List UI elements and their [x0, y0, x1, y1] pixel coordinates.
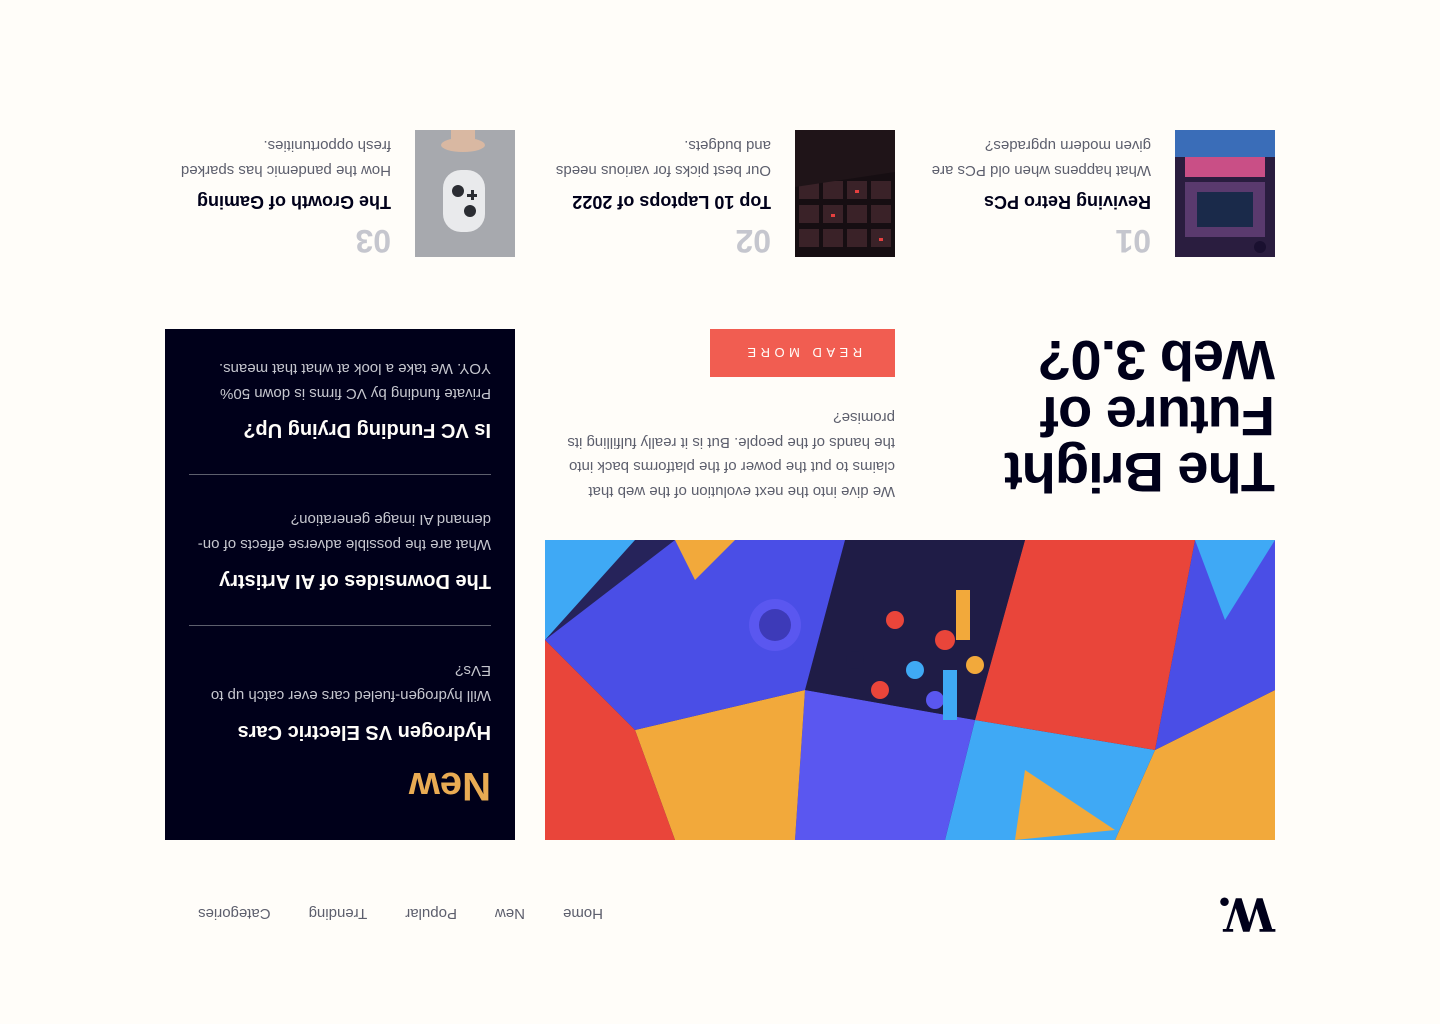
retro-pc-thumbnail[interactable] [1175, 130, 1275, 257]
article-body: 02 Top 10 Laptops of 2022 Our best picks… [545, 133, 771, 259]
new-articles-panel: New Hydrogen VS Electric Cars Will hydro… [165, 329, 515, 840]
article-title[interactable]: Reviving Retro PCs [925, 191, 1151, 213]
new-article-item[interactable]: Is VC Funding Drying Up? Private funding… [189, 356, 491, 442]
new-article-title[interactable]: The Downsides of AI Artistry [189, 569, 491, 593]
article-title[interactable]: The Growth of Gaming [165, 191, 391, 213]
article-desc: What happens when old PCs are given mode… [931, 137, 1151, 179]
nav-categories[interactable]: Categories [198, 906, 271, 923]
new-article-title[interactable]: Is VC Funding Drying Up? [189, 418, 491, 442]
nav-trending[interactable]: Trending [309, 906, 368, 923]
article-number: 01 [1115, 223, 1151, 259]
article-card[interactable]: 01 Reviving Retro PCs What happens when … [925, 129, 1275, 259]
site-logo[interactable]: W. [1218, 887, 1275, 941]
new-article-title[interactable]: Hydrogen VS Electric Cars [189, 720, 491, 744]
article-desc: How the pandemic has sparked fresh oppor… [180, 137, 391, 179]
article-body: 03 The Growth of Gaming How the pandemic… [165, 133, 391, 259]
hero-artwork [545, 540, 1275, 840]
numbered-articles: 01 Reviving Retro PCs What happens when … [165, 129, 1275, 259]
new-article-item[interactable]: Hydrogen VS Electric Cars Will hydrogen-… [189, 658, 491, 744]
new-panel-heading: New [408, 764, 491, 808]
keyboard-thumbnail[interactable] [795, 130, 895, 257]
new-article-desc: Private funding by VC firms is down 50% … [218, 360, 491, 402]
article-title[interactable]: Top 10 Laptops of 2022 [545, 191, 771, 213]
article-number: 02 [735, 223, 771, 259]
hero-summary: We dive into the next evolution of the w… [545, 329, 895, 503]
article-card[interactable]: 03 The Growth of Gaming How the pandemic… [165, 129, 515, 259]
game-controller-thumbnail[interactable] [415, 130, 515, 257]
article-body: 01 Reviving Retro PCs What happens when … [925, 133, 1151, 259]
nav-home[interactable]: Home [563, 906, 603, 923]
site-header: W. Home New Popular Trending Categories [165, 887, 1275, 941]
article-desc: Our best picks for various needs and bud… [555, 137, 771, 179]
read-more-button[interactable]: Read more [710, 329, 895, 377]
divider [189, 474, 491, 475]
new-article-item[interactable]: The Downsides of AI Artistry What are th… [189, 507, 491, 593]
divider [189, 625, 491, 626]
article-number: 03 [355, 223, 391, 259]
nav-popular[interactable]: Popular [405, 906, 457, 923]
hero-image [545, 540, 1275, 840]
hero-description: We dive into the next evolution of the w… [567, 409, 895, 501]
article-card[interactable]: 02 Top 10 Laptops of 2022 Our best picks… [545, 129, 895, 259]
new-article-desc: What are the possible adverse effects of… [197, 511, 491, 553]
hero-title: The Bright Future of Web 3.0? [1005, 329, 1275, 504]
new-article-desc: Will hydrogen-fueled cars ever catch up … [210, 662, 491, 704]
nav-new[interactable]: New [495, 906, 525, 923]
main-nav: Home New Popular Trending Categories [198, 893, 603, 935]
